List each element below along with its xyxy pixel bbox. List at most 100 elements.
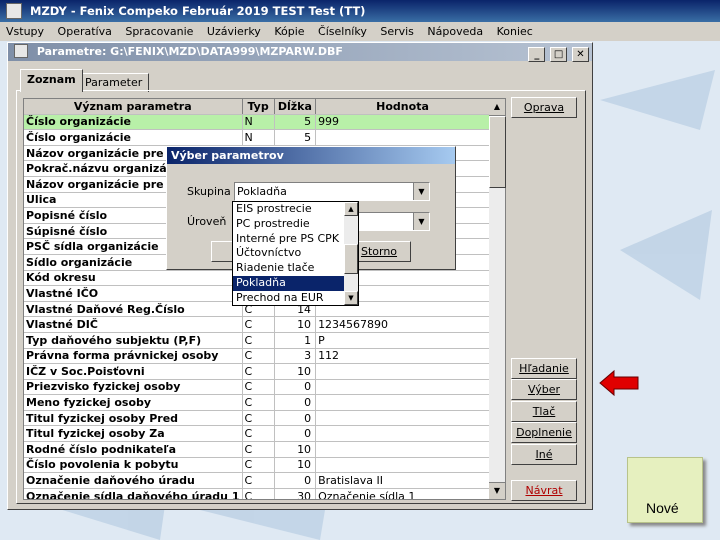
scroll-thumb[interactable]	[489, 116, 506, 188]
table-header-row: Význam parametra Typ Dĺžka Hodnota	[24, 99, 490, 115]
cell-vyznam: Číslo organizácie	[24, 129, 243, 146]
window-title: Parametre: G:\FENIX\MZD\DATA999\MZPARW.D…	[36, 45, 343, 58]
menu-koniec[interactable]: Koniec	[491, 25, 537, 38]
table-scrollbar[interactable]: ▲ ▼	[489, 98, 506, 500]
cell-typ: C	[242, 441, 275, 458]
table-row[interactable]: Právna forma právnickej osoby C 3 112	[24, 348, 490, 365]
menu-vstupy[interactable]: Vstupy	[0, 25, 48, 38]
cell-dlzka: 10	[274, 457, 317, 474]
cell-typ: C	[242, 316, 275, 333]
table-row[interactable]: Označenie daňového úradu C 0 Bratislava II	[24, 472, 490, 489]
cell-dlzka: 3	[274, 348, 317, 365]
cell-hodnota: Označenie sídla 1	[315, 488, 490, 499]
cell-typ: C	[242, 348, 275, 365]
maximize-icon[interactable]: □	[550, 47, 568, 62]
menu-uzavierky[interactable]: Uzávierky	[201, 25, 265, 38]
table-row[interactable]: IČZ v Soc.Poisťovni C 10	[24, 363, 490, 380]
menu-operativa[interactable]: Operatíva	[52, 25, 116, 38]
chevron-down-icon[interactable]: ▼	[413, 213, 429, 230]
cell-hodnota: 112	[315, 348, 490, 365]
dropdown-item[interactable]: EIS prostrecie	[233, 202, 358, 217]
app-title: MZDY - Fenix Compeko Február 2019 TEST T…	[30, 4, 366, 18]
cell-hodnota	[315, 457, 490, 474]
cell-vyznam: Typ daňového subjektu (P,F)	[24, 332, 243, 349]
cell-vyznam: Rodné číslo podnikateľa	[24, 441, 243, 458]
cell-hodnota: 1234567890	[315, 316, 490, 333]
cell-dlzka: 0	[274, 425, 317, 443]
menu-spracovanie[interactable]: Spracovanie	[119, 25, 197, 38]
table-row[interactable]: Titul fyzickej osoby Za C 0	[24, 425, 490, 443]
cell-hodnota	[315, 394, 490, 411]
cell-vyznam: Označenie sídla daňového úradu 1	[24, 488, 243, 499]
dropdown-scrollbar[interactable]: ▲ ▼	[344, 202, 358, 305]
uroven-label: Úroveň	[187, 215, 227, 228]
table-row[interactable]: Priezvisko fyzickej osoby C 0	[24, 379, 490, 396]
cell-typ: C	[242, 472, 275, 489]
table-row[interactable]: Číslo organizácie N 5 999	[24, 114, 490, 131]
cell-typ: C	[242, 410, 275, 427]
window-icon	[14, 44, 28, 58]
scroll-up-icon[interactable]: ▲	[344, 202, 358, 216]
cell-vyznam: Vlastné DIČ	[24, 316, 243, 333]
table-row[interactable]: Meno fyzickej osoby C 0	[24, 394, 490, 411]
column-header-dlzka[interactable]: Dĺžka	[274, 99, 317, 115]
skupina-value: Pokladňa	[237, 185, 287, 198]
cell-dlzka: 0	[274, 410, 317, 427]
cell-vyznam: Číslo povolenia k pobytu	[24, 457, 243, 474]
cell-vyznam: Právna forma právnickej osoby	[24, 348, 243, 365]
cell-vyznam: Titul fyzickej osoby Za	[24, 425, 243, 443]
oprava-button[interactable]: Oprava	[511, 97, 577, 118]
navrat-button[interactable]: Návrat	[511, 480, 577, 501]
table-row[interactable]: Rodné číslo podnikateľa C 10	[24, 441, 490, 458]
menu-napoveda[interactable]: Nápoveda	[421, 25, 487, 38]
skupina-dropdown-list[interactable]: EIS prostrecie PC prostredie Interné pre P…	[232, 201, 359, 306]
column-header-hodnota[interactable]: Hodnota	[315, 99, 490, 115]
dropdown-item[interactable]: PC prostredie	[233, 217, 358, 232]
cell-vyznam: Označenie daňového úradu	[24, 472, 243, 489]
table-row[interactable]: Typ daňového subjektu (P,F) C 1 P	[24, 332, 490, 349]
cell-vyznam: Priezvisko fyzickej osoby	[24, 379, 243, 396]
dropdown-item[interactable]: Účtovníctvo	[233, 246, 358, 261]
cell-dlzka: 30	[274, 488, 317, 499]
menu-kopie[interactable]: Kópie	[268, 25, 308, 38]
tab-zoznam[interactable]: Zoznam	[20, 69, 83, 92]
cell-dlzka: 10	[274, 316, 317, 333]
minimize-icon[interactable]: _	[528, 47, 546, 62]
table-row[interactable]: Číslo povolenia k pobytu C 10	[24, 457, 490, 474]
dropdown-item[interactable]: Interné pre PS CPK	[233, 232, 358, 247]
close-icon[interactable]: ✕	[572, 47, 589, 62]
tlac-button[interactable]: Tlač	[511, 401, 577, 422]
vyber-button[interactable]: Výber	[511, 379, 577, 400]
doplnenie-button[interactable]: Doplnenie	[511, 422, 577, 443]
dropdown-item[interactable]: Prechod na EUR	[233, 291, 358, 305]
scroll-up-icon[interactable]: ▲	[489, 99, 505, 116]
cell-hodnota	[315, 425, 490, 443]
ine-button[interactable]: Iné	[511, 444, 577, 465]
skupina-select[interactable]: Pokladňa ▼	[234, 182, 430, 201]
sticky-note: Nové	[627, 457, 703, 523]
table-row[interactable]: Titul fyzickej osoby Pred C 0	[24, 410, 490, 427]
table-row[interactable]: Číslo organizácie N 5	[24, 129, 490, 146]
note-text: Nové	[646, 500, 679, 516]
scroll-thumb[interactable]	[344, 244, 358, 274]
menu-ciselniky[interactable]: Číselníky	[312, 25, 371, 38]
column-header-vyznam[interactable]: Význam parametra	[24, 99, 243, 115]
table-row[interactable]: Vlastné DIČ C 10 1234567890	[24, 316, 490, 333]
cell-hodnota	[315, 441, 490, 458]
cell-dlzka: 0	[274, 379, 317, 396]
menu-bar: Vstupy Operatíva Spracovanie Uzávierky K…	[0, 22, 720, 41]
scroll-down-icon[interactable]: ▼	[344, 291, 358, 305]
window-title-bar: Parametre: G:\FENIX\MZD\DATA999\MZPARW.D…	[8, 43, 592, 63]
scroll-down-icon[interactable]: ▼	[489, 482, 505, 499]
cell-hodnota	[315, 129, 490, 146]
cell-hodnota: P	[315, 332, 490, 349]
dropdown-item[interactable]: Pokladňa	[233, 275, 358, 291]
menu-servis[interactable]: Servis	[374, 25, 418, 38]
column-header-typ[interactable]: Typ	[242, 99, 275, 115]
hladanie-button[interactable]: Hľadanie	[511, 358, 577, 379]
cell-hodnota: 999	[315, 114, 490, 131]
window-controls: _ □ ✕	[527, 45, 589, 63]
chevron-down-icon[interactable]: ▼	[413, 183, 429, 200]
dropdown-item[interactable]: Riadenie tlače	[233, 261, 358, 276]
table-row[interactable]: Označenie sídla daňového úradu 1 C 30 Označ…	[24, 488, 490, 499]
